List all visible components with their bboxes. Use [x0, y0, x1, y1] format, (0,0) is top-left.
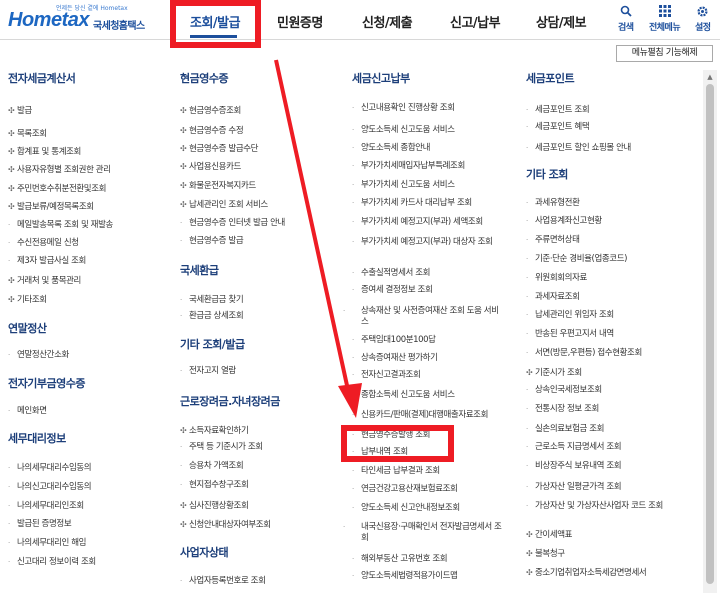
red-arrow-annotation — [274, 59, 362, 418]
